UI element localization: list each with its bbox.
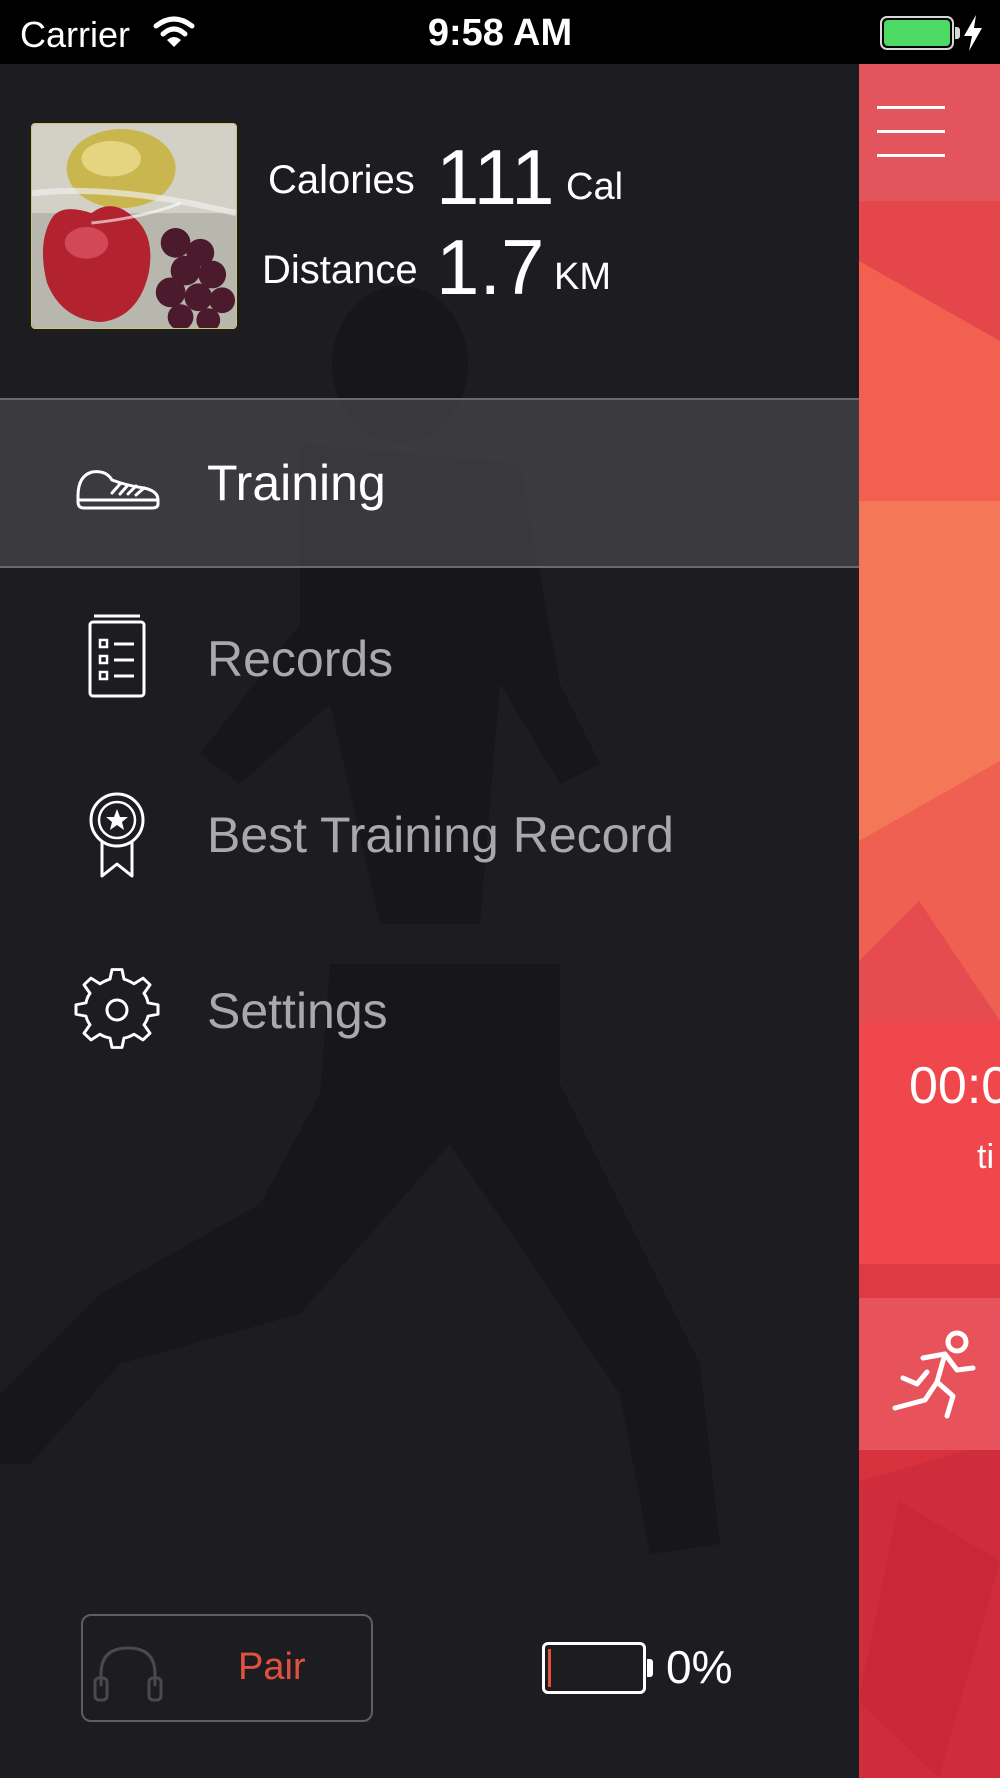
award-ribbon-icon [89,792,145,878]
device-battery-icon [542,1642,653,1694]
calories-value: 111 [436,133,555,221]
distance-label: Distance [262,248,418,292]
distance-value: 1.7 [436,223,545,311]
calories-label: Calories [268,158,415,202]
menu-label-records: Records [207,631,394,687]
menu-item-records[interactable]: Records [0,574,859,744]
checklist-icon [88,614,146,698]
menu-label-settings: Settings [207,983,388,1039]
hamburger-menu-icon[interactable] [877,106,945,158]
headphones-icon [93,1646,163,1702]
menu-label-best-training-record: Best Training Record [207,807,674,863]
sneaker-icon [76,470,160,510]
top-bar [859,64,1000,201]
timer-label: ti [977,1138,994,1176]
menu-item-training[interactable]: Training [0,398,859,568]
status-time: 9:58 AM [427,12,573,54]
side-drawer: Calories 111 Cal Distance 1.7 KM Trainin… [0,64,859,1778]
pair-button[interactable]: Pair [81,1614,373,1722]
device-battery-percent: 0% [666,1641,733,1693]
menu-label-training: Training [207,455,386,511]
battery-status-icon [880,16,960,50]
charging-icon [964,15,982,51]
timer-value: 00:0 [909,1057,1000,1115]
avatar[interactable] [31,123,237,329]
polygon-background [859,201,1000,1778]
main-content-peek[interactable]: 00:0 ti [859,64,1000,1778]
calories-unit: Cal [566,166,624,208]
menu-item-settings[interactable]: Settings [0,926,859,1096]
menu-item-best-training-record[interactable]: Best Training Record [0,750,859,920]
running-man-icon [892,1330,976,1419]
pair-button-label: Pair [238,1646,306,1688]
gear-icon [74,968,160,1049]
status-bar: Carrier 9:58 AM [0,0,1000,64]
distance-unit: KM [554,256,611,298]
